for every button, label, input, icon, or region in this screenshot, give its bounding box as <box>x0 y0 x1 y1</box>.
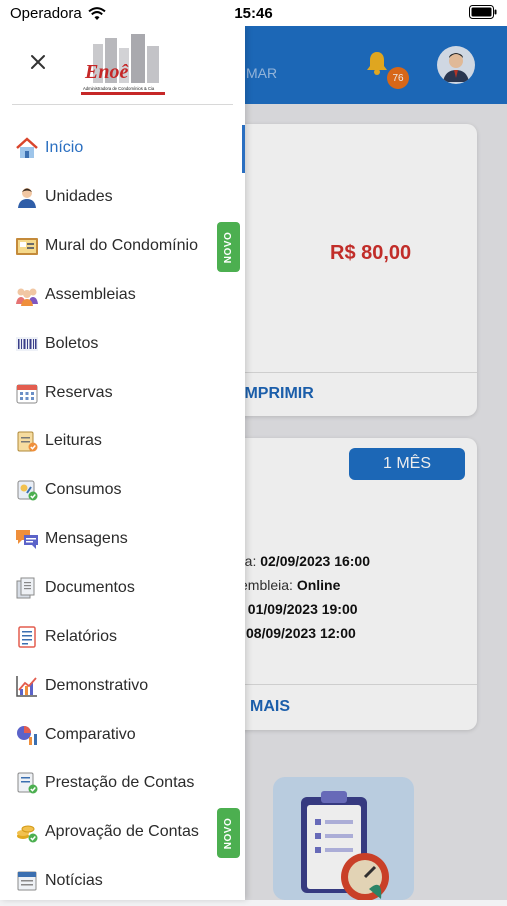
menu-label: Boletos <box>45 334 99 352</box>
menu-item-inicio[interactable]: Início <box>0 124 245 173</box>
menu-label: Consumos <box>45 481 122 499</box>
svg-text:Enoê: Enoê <box>84 61 128 83</box>
menu-item-documentos[interactable]: Documentos <box>0 564 245 613</box>
menu-label: Reservas <box>45 383 113 401</box>
menu-label: Início <box>45 139 84 157</box>
new-badge-text: NOVO <box>223 817 235 849</box>
meter-icon <box>17 480 38 501</box>
menu-item-assembleias[interactable]: Assembleias <box>0 271 245 320</box>
menu-label: Aprovação de Contas <box>45 823 199 841</box>
drawer-divider <box>12 104 233 105</box>
menu-label: Demonstrativo <box>45 676 149 694</box>
report-icon <box>18 626 36 648</box>
people-group-icon <box>16 288 38 306</box>
menu-item-aprovacao[interactable]: Aprovação de Contas <box>0 808 245 857</box>
chat-bubbles-icon <box>16 530 38 550</box>
status-bar: Operadora 15:46 <box>0 0 507 26</box>
menu-item-comparativo[interactable]: Comparativo <box>0 710 245 759</box>
menu-label: Unidades <box>45 188 113 206</box>
menu-item-prestacao[interactable]: Prestação de Contas <box>0 759 245 808</box>
new-badge-text: NOVO <box>223 231 235 263</box>
menu-label: Assembleias <box>45 285 136 303</box>
pie-bar-chart-icon <box>17 725 37 745</box>
bulletin-board-icon <box>16 238 38 256</box>
navigation-drawer: Enoê Administradora de Condomínios & Cia… <box>0 26 245 900</box>
new-badge-mural: NOVO <box>217 222 240 272</box>
line-chart-icon <box>16 675 37 697</box>
menu-item-demonstrativo[interactable]: Demonstrativo <box>0 661 245 710</box>
menu-item-mensagens[interactable]: Mensagens <box>0 515 245 564</box>
drawer-menu: Início Unidades Mural do Condomínio Asse… <box>0 124 245 906</box>
menu-label: Comparativo <box>45 725 136 743</box>
menu-item-noticias[interactable]: Notícias <box>0 857 245 906</box>
svg-text:Administradora de Condomínios: Administradora de Condomínios & Cia <box>83 86 155 91</box>
menu-item-relatorios[interactable]: Relatórios <box>0 612 245 661</box>
new-badge-aprovacao: NOVO <box>217 808 240 858</box>
menu-item-boletos[interactable]: Boletos <box>0 319 245 368</box>
coins-check-icon <box>17 825 38 843</box>
menu-item-reservas[interactable]: Reservas <box>0 368 245 417</box>
status-time: 15:46 <box>234 5 273 22</box>
menu-label: Relatórios <box>45 627 118 645</box>
newspaper-icon <box>17 871 37 891</box>
menu-label: Documentos <box>45 579 135 597</box>
menu-item-unidades[interactable]: Unidades <box>0 173 245 222</box>
menu-label: Notícias <box>45 872 103 890</box>
menu-label: Mensagens <box>45 530 128 548</box>
menu-label: Mural do Condomínio <box>45 237 198 255</box>
home-icon <box>16 137 38 159</box>
menu-label: Prestação de Contas <box>45 774 195 792</box>
company-logo: Enoê Administradora de Condomínios & Cia <box>79 34 167 96</box>
person-icon <box>18 188 36 209</box>
battery-icon <box>469 5 497 23</box>
menu-item-consumos[interactable]: Consumos <box>0 466 245 515</box>
close-icon[interactable] <box>26 50 50 74</box>
accounts-check-icon <box>17 772 38 794</box>
clipboard-check-icon <box>17 431 38 452</box>
calendar-icon <box>16 384 38 404</box>
menu-item-mural[interactable]: Mural do Condomínio <box>0 222 245 271</box>
menu-item-leituras[interactable]: Leituras <box>0 417 245 466</box>
barcode-icon <box>16 336 38 351</box>
documents-icon <box>16 577 35 599</box>
menu-label: Leituras <box>45 432 102 450</box>
